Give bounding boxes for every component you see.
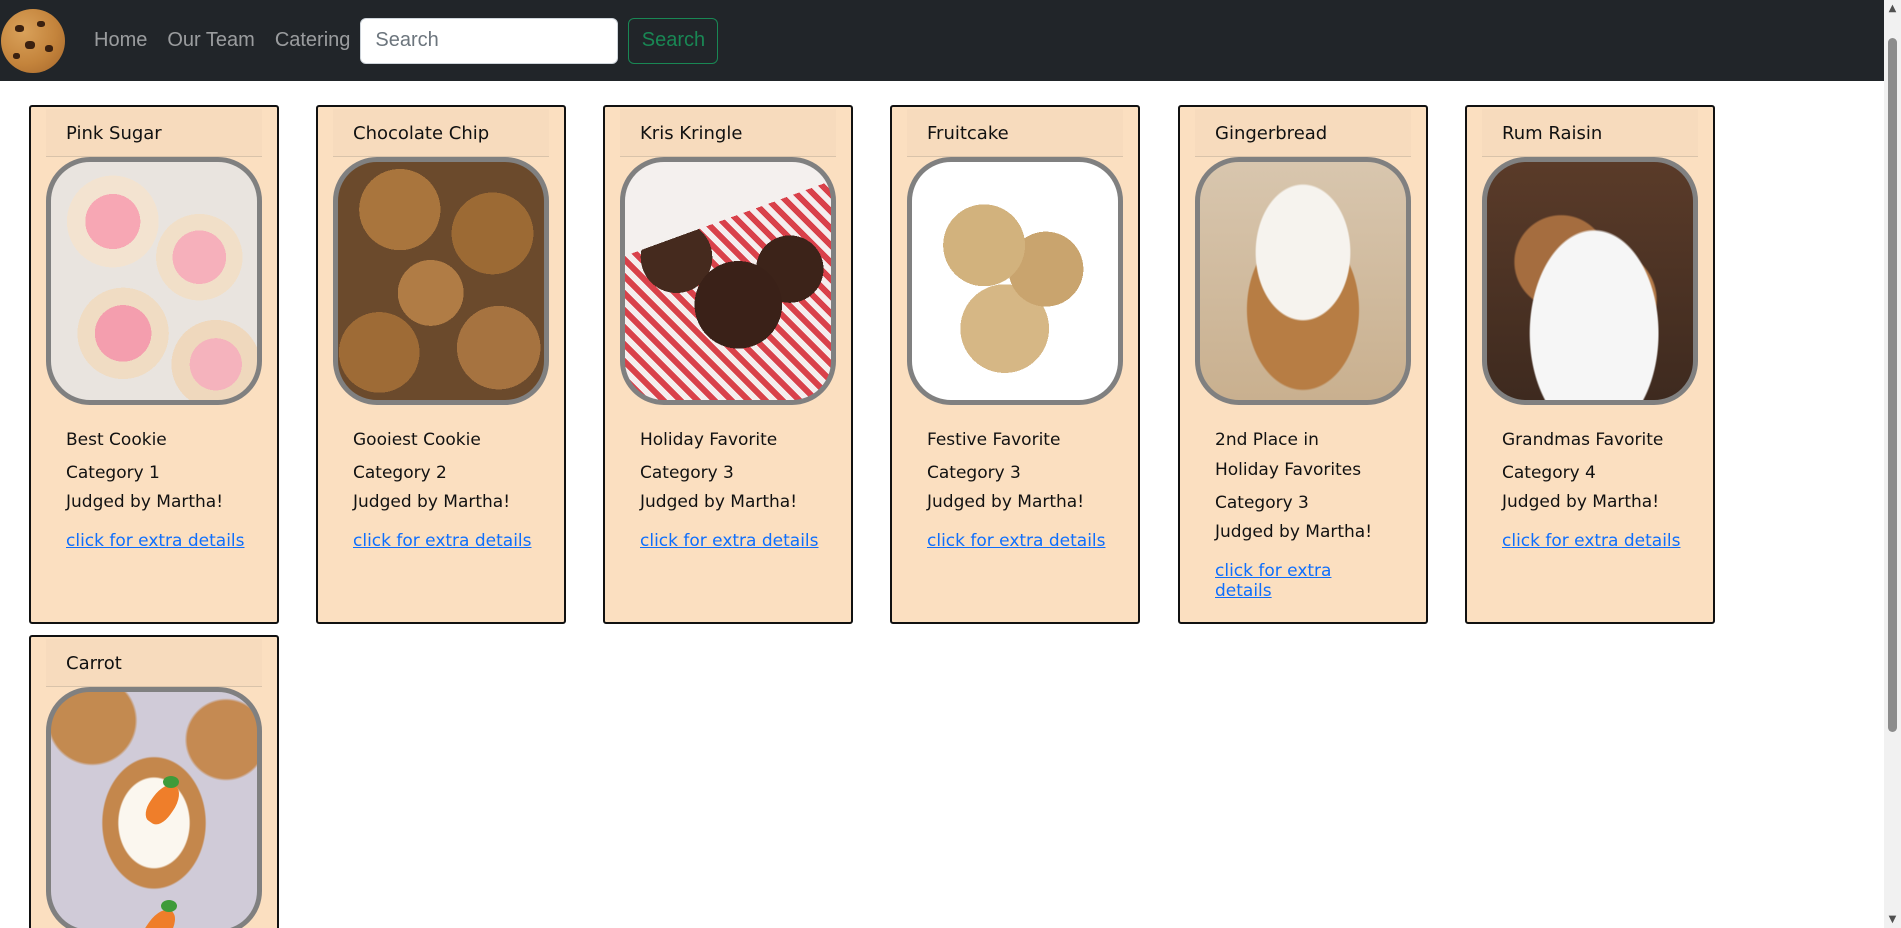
cookie-image [620, 157, 836, 405]
cookie-card-pink-sugar: Pink Sugar Best Cookie Category 1 Judged… [29, 105, 279, 624]
extra-details-link[interactable]: click for extra details [927, 531, 1106, 551]
card-title: Best Cookie [66, 430, 167, 450]
card-judge: Judged by Martha! [640, 492, 798, 512]
scroll-up-arrow-icon[interactable]: ▲ [1884, 0, 1901, 17]
card-judge: Judged by Martha! [1502, 492, 1660, 512]
card-header: Rum Raisin [1482, 109, 1698, 157]
card-title: Holiday Favorite [640, 430, 778, 450]
card-header: Kris Kringle [620, 109, 836, 157]
cookie-card-chocolate-chip: Chocolate Chip Gooiest Cookie Category 2… [316, 105, 566, 624]
navbar: Home Our Team Catering Search [0, 0, 1884, 81]
card-title: Grandmas Favorite [1502, 430, 1664, 450]
card-category: Category 3 [640, 463, 734, 483]
card-category: Category 4 [1502, 463, 1596, 483]
cookie-card-carrot: Carrot [29, 635, 279, 928]
card-category: Category 1 [66, 463, 160, 483]
extra-details-link[interactable]: click for extra details [1215, 561, 1375, 601]
card-header: Pink Sugar [46, 109, 262, 157]
extra-details-link[interactable]: click for extra details [640, 531, 819, 551]
card-header: Carrot [46, 639, 262, 687]
scrollbar-thumb[interactable] [1888, 38, 1897, 732]
card-body: Festive Favorite Category 3 Judged by Ma… [927, 425, 1117, 551]
page-scrollbar[interactable]: ▲ ▼ [1884, 0, 1901, 928]
nav-home-link[interactable]: Home [94, 29, 147, 52]
card-title: Gooiest Cookie [353, 430, 481, 450]
nav-our-team-link[interactable]: Our Team [167, 29, 254, 52]
card-category: Category 3 [927, 463, 1021, 483]
card-title: Festive Favorite [927, 430, 1061, 450]
search-button[interactable]: Search [628, 17, 719, 64]
cookie-image [46, 157, 262, 405]
cookie-image [333, 157, 549, 405]
card-header: Gingerbread [1195, 109, 1411, 157]
card-judge: Judged by Martha! [927, 492, 1085, 512]
card-header: Fruitcake [907, 109, 1123, 157]
card-judge: Judged by Martha! [66, 492, 224, 512]
nav-catering-link[interactable]: Catering [275, 29, 351, 52]
cookie-image [1482, 157, 1698, 405]
extra-details-link[interactable]: click for extra details [66, 531, 245, 551]
card-body: 2nd Place in Holiday Favorites Category … [1215, 425, 1375, 601]
extra-details-link[interactable]: click for extra details [1502, 531, 1681, 551]
card-body: Best Cookie Category 1 Judged by Martha!… [66, 425, 256, 551]
extra-details-link[interactable]: click for extra details [353, 531, 532, 551]
card-category: Category 3 [1215, 493, 1309, 513]
cookie-card-gingerbread: Gingerbread 2nd Place in Holiday Favorit… [1178, 105, 1428, 624]
cookie-card-kris-kringle: Kris Kringle Holiday Favorite Category 3… [603, 105, 853, 624]
card-body: Holiday Favorite Category 3 Judged by Ma… [640, 425, 830, 551]
cookie-card-rum-raisin: Rum Raisin Grandmas Favorite Category 4 … [1465, 105, 1715, 624]
card-judge: Judged by Martha! [353, 492, 511, 512]
search-input[interactable] [360, 17, 619, 64]
card-category: Category 2 [353, 463, 447, 483]
cookie-image [907, 157, 1123, 405]
card-judge: Judged by Martha! [1215, 522, 1373, 542]
card-body: Gooiest Cookie Category 2 Judged by Mart… [353, 425, 543, 551]
card-body: Grandmas Favorite Category 4 Judged by M… [1502, 425, 1692, 551]
card-title: 2nd Place in Holiday Favorites [1215, 430, 1362, 480]
cookie-image [1195, 157, 1411, 405]
scroll-down-arrow-icon[interactable]: ▼ [1884, 911, 1901, 928]
cookie-card-fruitcake: Fruitcake Festive Favorite Category 3 Ju… [890, 105, 1140, 624]
cookie-logo-icon[interactable] [1, 8, 65, 73]
cookie-image [46, 687, 262, 928]
card-header: Chocolate Chip [333, 109, 549, 157]
